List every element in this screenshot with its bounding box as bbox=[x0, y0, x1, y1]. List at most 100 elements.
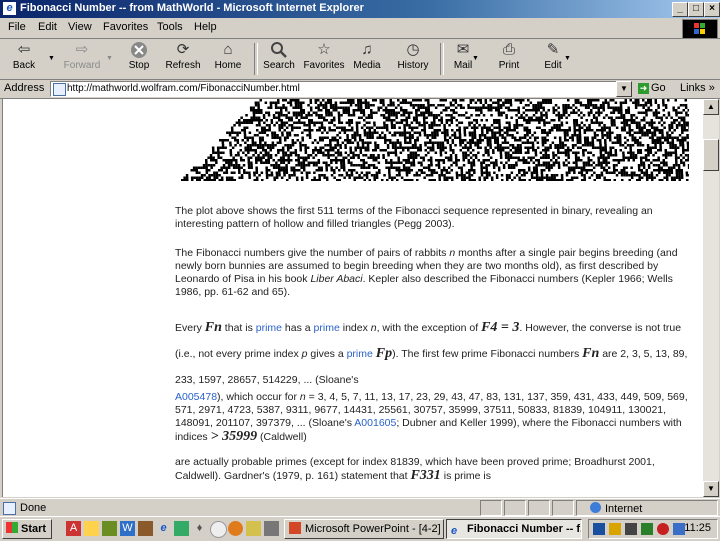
security-zone: Internet bbox=[590, 502, 642, 515]
app-icon[interactable] bbox=[174, 521, 189, 536]
print-button[interactable]: ⎙Print bbox=[492, 41, 526, 77]
favorites-button[interactable]: ☆Favorites bbox=[302, 41, 346, 77]
menu-tools[interactable]: Tools bbox=[157, 21, 183, 33]
status-text: Done bbox=[20, 502, 46, 514]
search-icon bbox=[269, 41, 289, 59]
acrobat-icon[interactable]: A bbox=[66, 521, 81, 536]
tray-antivirus-icon[interactable] bbox=[657, 523, 669, 535]
app-icon[interactable] bbox=[264, 521, 279, 536]
status-pane bbox=[480, 500, 502, 516]
refresh-button[interactable]: ⟳Refresh bbox=[162, 41, 204, 77]
app-icon[interactable] bbox=[246, 521, 261, 536]
vertical-scrollbar[interactable]: ▲ ▼ bbox=[703, 99, 719, 497]
media-icon: ♫ bbox=[357, 41, 377, 59]
tray-network-icon[interactable] bbox=[593, 523, 605, 535]
page-done-icon bbox=[3, 502, 16, 515]
app-icon[interactable]: ♦ bbox=[192, 521, 207, 536]
system-tray: 11:25 bbox=[588, 519, 718, 539]
page-icon bbox=[53, 83, 66, 96]
toolbar: ⇦Back ▼ ⇨Forward ▼ Stop ⟳Refresh ⌂Home S… bbox=[0, 39, 720, 80]
prime-link[interactable]: prime bbox=[256, 322, 282, 334]
favorites-star-icon: ☆ bbox=[314, 41, 334, 59]
menu-edit[interactable]: Edit bbox=[38, 21, 57, 33]
explorer-folder-icon[interactable] bbox=[84, 521, 99, 536]
task-powerpoint[interactable]: Microsoft PowerPoint - [4-2] bbox=[284, 519, 444, 539]
go-button[interactable]: ➜Go bbox=[638, 82, 666, 94]
paragraph-prime-indices: A005478), which occur for n = 3, 4, 5, 7… bbox=[175, 391, 695, 444]
stop-icon bbox=[129, 41, 149, 59]
edit-icon: ✎ bbox=[543, 41, 563, 59]
page-content: The plot above shows the first 511 terms… bbox=[2, 99, 703, 497]
tray-app-icon[interactable] bbox=[641, 523, 653, 535]
tray-app-icon[interactable] bbox=[609, 523, 621, 535]
back-dropdown-icon[interactable]: ▼ bbox=[48, 55, 55, 62]
history-icon: ◷ bbox=[403, 41, 423, 59]
media-button[interactable]: ♫Media bbox=[350, 41, 384, 77]
back-button[interactable]: ⇦Back bbox=[6, 41, 42, 77]
ie-quicklaunch-icon[interactable]: e bbox=[156, 521, 171, 536]
task-internet-explorer[interactable]: eFibonacci Number -- f... bbox=[446, 519, 582, 539]
title-bar[interactable]: e Fibonacci Number -- from MathWorld - M… bbox=[0, 0, 720, 18]
sloane-a005478-link[interactable]: A005478 bbox=[175, 391, 217, 403]
windows-flag-icon bbox=[6, 522, 18, 533]
status-pane bbox=[552, 500, 574, 516]
toolbar-separator bbox=[254, 43, 258, 75]
address-box[interactable] bbox=[50, 81, 632, 97]
go-arrow-icon: ➜ bbox=[638, 83, 649, 94]
prime-link[interactable]: prime bbox=[347, 348, 373, 360]
word-icon[interactable]: W bbox=[120, 521, 135, 536]
toolbar-separator bbox=[440, 43, 444, 75]
address-dropdown-icon[interactable]: ▼ bbox=[616, 81, 632, 97]
minimize-button[interactable]: _ bbox=[672, 2, 688, 17]
links-button[interactable]: Links » bbox=[680, 82, 715, 94]
app-icon[interactable] bbox=[102, 521, 117, 536]
internet-globe-icon bbox=[590, 502, 601, 513]
tray-app-icon[interactable] bbox=[625, 523, 637, 535]
stop-button[interactable]: Stop bbox=[122, 41, 156, 77]
windows-logo bbox=[682, 19, 718, 39]
window-title: Fibonacci Number -- from MathWorld - Mic… bbox=[20, 2, 364, 14]
ie-icon: e bbox=[451, 522, 463, 534]
firefox-icon[interactable] bbox=[228, 521, 243, 536]
scroll-down-icon[interactable]: ▼ bbox=[703, 481, 719, 497]
start-button[interactable]: Start bbox=[2, 519, 52, 539]
menu-favorites[interactable]: Favorites bbox=[103, 21, 148, 33]
scroll-thumb[interactable] bbox=[703, 139, 719, 171]
refresh-icon: ⟳ bbox=[173, 41, 193, 59]
taskbar: Start A W e ♦ Microsoft PowerPoint - [4-… bbox=[0, 516, 720, 541]
forward-dropdown-icon[interactable]: ▼ bbox=[106, 55, 113, 62]
mail-dropdown-icon[interactable]: ▼ bbox=[472, 55, 479, 62]
media-player-icon[interactable] bbox=[210, 521, 227, 538]
status-pane bbox=[528, 500, 550, 516]
sloane-a001605-link[interactable]: A001605 bbox=[354, 417, 396, 429]
menu-view[interactable]: View bbox=[68, 21, 92, 33]
address-bar: Address ▼ ➜Go Links » bbox=[0, 80, 720, 99]
address-label: Address bbox=[4, 82, 44, 94]
clock: 11:25 bbox=[684, 522, 711, 534]
print-icon: ⎙ bbox=[499, 41, 519, 59]
menu-file[interactable]: File bbox=[8, 21, 26, 33]
menu-bar: File Edit View Favorites Tools Help bbox=[0, 18, 720, 39]
search-button[interactable]: Search bbox=[260, 41, 298, 77]
back-arrow-icon: ⇦ bbox=[14, 41, 34, 59]
paragraph-probable-primes: are actually probable primes (except for… bbox=[175, 456, 695, 483]
close-button[interactable]: × bbox=[704, 2, 720, 17]
liber-abaci-title: Liber Abaci bbox=[310, 273, 362, 285]
home-button[interactable]: ⌂Home bbox=[210, 41, 246, 77]
fibonacci-binary-plot bbox=[179, 99, 689, 181]
address-input[interactable] bbox=[67, 82, 607, 95]
paragraph-plot-description: The plot above shows the first 511 terms… bbox=[175, 205, 695, 231]
history-button[interactable]: ◷History bbox=[394, 41, 432, 77]
tray-app-icon[interactable] bbox=[673, 523, 685, 535]
status-pane bbox=[504, 500, 526, 516]
ie-icon: e bbox=[3, 2, 16, 15]
scroll-up-icon[interactable]: ▲ bbox=[703, 99, 719, 115]
forward-button[interactable]: ⇨Forward bbox=[60, 41, 104, 77]
edit-dropdown-icon[interactable]: ▼ bbox=[564, 55, 571, 62]
menu-help[interactable]: Help bbox=[194, 21, 217, 33]
app-icon[interactable] bbox=[138, 521, 153, 536]
powerpoint-icon bbox=[289, 522, 301, 534]
home-icon: ⌂ bbox=[218, 41, 238, 59]
maximize-button[interactable]: □ bbox=[688, 2, 704, 17]
prime-link[interactable]: prime bbox=[314, 322, 340, 334]
